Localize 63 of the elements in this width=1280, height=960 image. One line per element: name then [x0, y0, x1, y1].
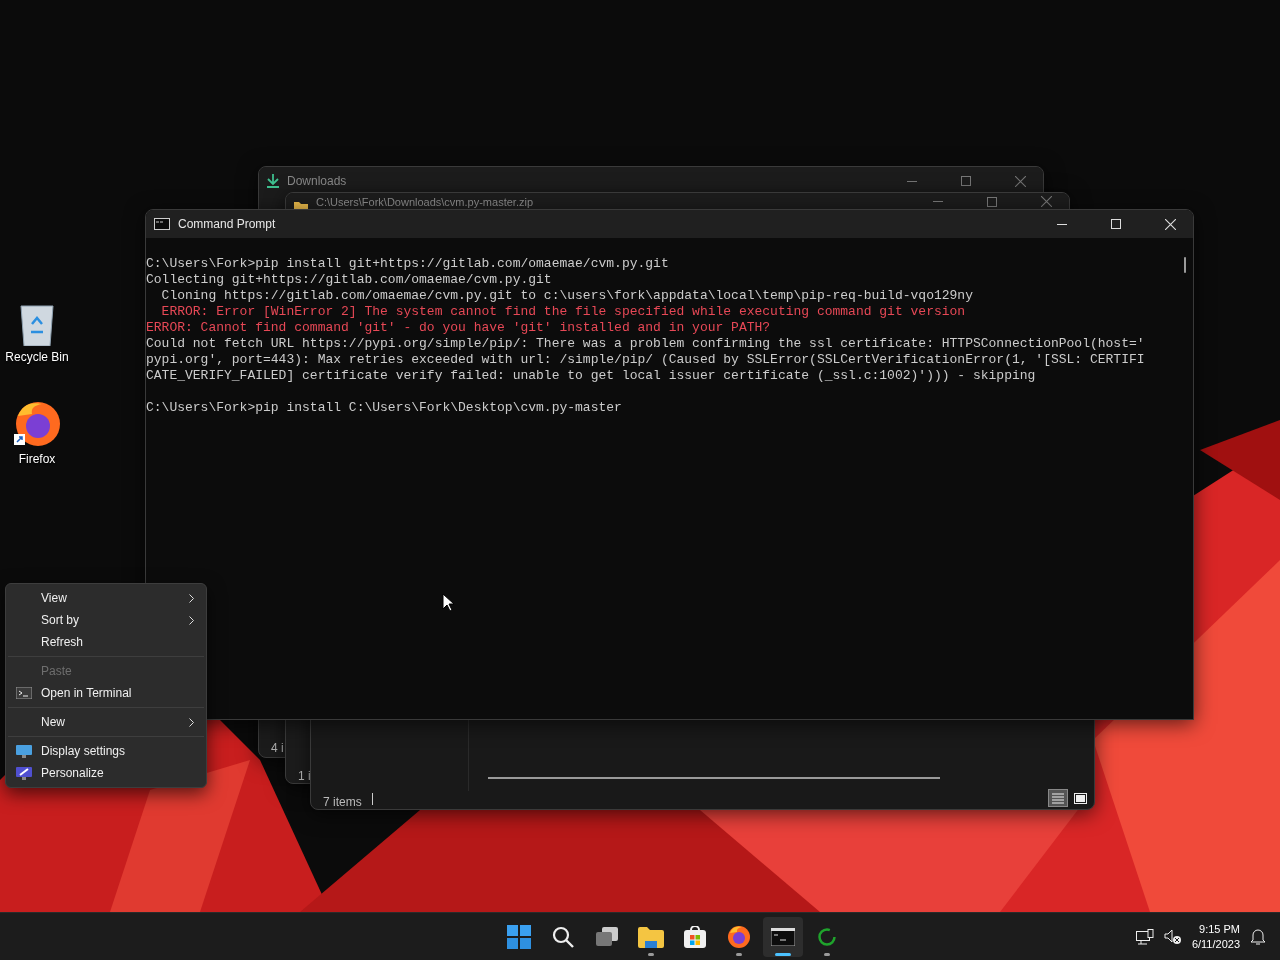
notification-icon[interactable] — [1250, 928, 1266, 946]
console-line: Collecting git+https://gitlab.com/omaemae/cvm.py.git — [146, 272, 553, 288]
console-line: C:\Users\Fork>pip install git+https://gitlab.com/omaemae/cvm.py.git — [146, 256, 670, 272]
menu-item[interactable]: Personalize — [6, 762, 206, 784]
menu-item[interactable]: Refresh — [6, 631, 206, 653]
store-icon — [683, 926, 706, 948]
console-line: Could not fetch URL https://pypi.org/simple/pip/: There was a problem confirming the ssl certificate: HTTPSConnectionPool(host=' — [146, 336, 1146, 352]
monitor-icon — [16, 744, 32, 758]
status-text: 7 items — [323, 795, 362, 809]
volume-muted-icon[interactable] — [1163, 929, 1182, 945]
download-icon — [267, 174, 279, 188]
clock[interactable]: 9:15 PM 6/11/2023 — [1191, 922, 1240, 952]
network-icon[interactable] — [1135, 929, 1154, 945]
error-line: ERROR: Error [WinError 2] The system cannot find the file specified while executing command git version — [160, 304, 967, 320]
text-cursor — [372, 793, 373, 805]
window-title: Downloads — [287, 174, 348, 188]
maximize-icon — [961, 176, 971, 186]
desktop-icon-label: Recycle Bin — [5, 350, 69, 364]
fox-globe-icon[interactable] — [12, 400, 62, 448]
folder-icon — [637, 926, 664, 948]
list-icon — [1052, 792, 1064, 804]
status-text: 1 i — [298, 769, 311, 783]
console-line: pypi.org', port=443): Max retries exceeded with url: /simple/pip/ (Caused by SSLError(SSLCertVerificationError(1, '[SSL: CERTIFI — [146, 352, 1146, 368]
maximize-icon — [1111, 219, 1121, 229]
window-title: C:\Users\Fork\Downloads\cvm.py-master.zip — [316, 195, 534, 208]
chevron-icon — [189, 593, 194, 603]
minimize-icon — [933, 201, 943, 202]
close-icon — [1040, 196, 1052, 207]
console-line: Cloning https://gitlab.com/omaemae/cvm.py.git to c:\users\fork\appdata\local\temp\pip-req-build-vqo129ny — [160, 288, 974, 304]
menu-item[interactable]: Display settings — [6, 740, 206, 762]
minimize-icon — [907, 180, 917, 182]
time-text: 9:15 PM — [1199, 922, 1240, 937]
error-line: ERROR: Cannot find command 'git' - do you have 'git' installed and in your PATH? — [146, 320, 772, 336]
menu-item[interactable]: Open in Terminal — [6, 682, 206, 704]
menu-item[interactable]: View — [6, 587, 206, 609]
window-title: Command Prompt — [178, 217, 277, 231]
minimize-icon — [1057, 223, 1067, 225]
terminal-icon — [770, 928, 795, 946]
close-icon — [1164, 218, 1176, 230]
chevron-icon — [189, 717, 194, 727]
fox-globe-icon — [726, 925, 751, 949]
terminal-icon — [154, 218, 170, 230]
search-icon — [551, 926, 574, 948]
task-view-icon — [595, 927, 618, 947]
cursor-icon — [442, 593, 454, 612]
brush-monitor-icon — [16, 766, 32, 780]
scrollbar — [1184, 257, 1186, 273]
date-text: 6/11/2023 — [1191, 937, 1240, 952]
desktop-icon-label: Firefox — [18, 452, 56, 466]
console-line: CATE_VERIFY_FAILED] certificate verify failed: unable to get local issuer certificate (_ssl.c:1002)'))) - skipping — [146, 368, 1037, 384]
taskbar-button[interactable] — [762, 917, 803, 957]
loading-ring-icon — [816, 927, 837, 947]
windows-logo-icon — [506, 925, 531, 949]
console-line: C:\Users\Fork>pip install C:\Users\Fork\Desktop\cvm.py-master — [146, 400, 623, 416]
menu-item[interactable]: Sort by — [6, 609, 206, 631]
terminal-icon — [16, 687, 32, 699]
menu-item[interactable]: New — [6, 711, 206, 733]
status-text: 4 i — [271, 741, 284, 755]
square-icon — [1073, 792, 1087, 804]
recycle-bin-icon[interactable] — [18, 302, 56, 346]
maximize-icon — [987, 196, 997, 207]
close-icon — [1014, 175, 1026, 187]
chevron-icon — [189, 615, 194, 625]
